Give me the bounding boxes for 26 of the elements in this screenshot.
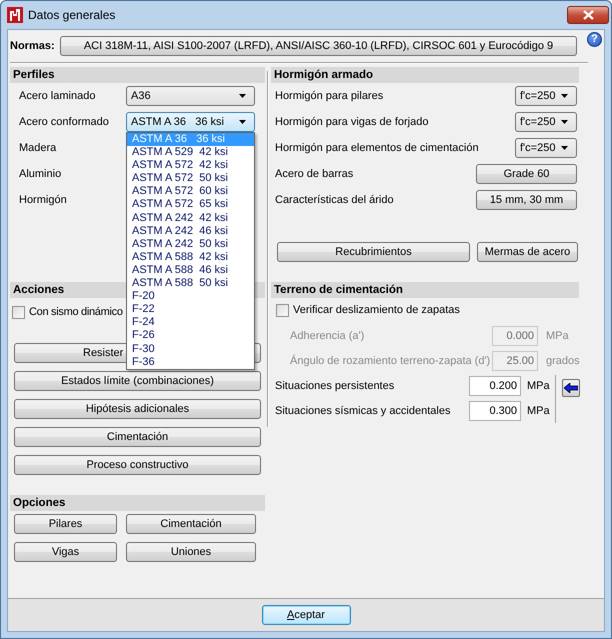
checkbox-label: Con sismo dinámico (29, 306, 123, 318)
field-label: Acero de barras (275, 168, 354, 180)
window-title: Datos generales (28, 8, 116, 22)
section-header: Hormigón armado (271, 67, 579, 83)
field-label: Madera (19, 142, 56, 154)
field-label: Situaciones persistentes (275, 380, 394, 392)
field-label: Acero conformado (19, 116, 109, 128)
section-header: Perfiles (10, 67, 265, 83)
section-header: Terreno de cimentación (271, 282, 579, 298)
unit-label: MPa (526, 380, 551, 392)
normas-label: Normas: (10, 40, 56, 52)
field-label: Aluminio (19, 168, 62, 180)
field-label: Ángulo de rozamiento terreno-zapata (d') (290, 354, 490, 366)
field-label: Hormigón para elementos de cimentación (275, 142, 479, 154)
field-label: Adherencia (a') (290, 330, 364, 342)
field-label: Acero laminado (19, 90, 96, 102)
checkbox-label: Verificar deslizamiento de zapatas (293, 304, 460, 316)
field-label: Características del árido (275, 194, 394, 206)
section-header: Opciones (10, 495, 265, 511)
field-label: Situaciones sísmicas y accidentales (275, 404, 450, 416)
unit-label: MPa (526, 404, 551, 416)
field-label: Hormigón para pilares (275, 90, 384, 102)
field-label: Hormigón (19, 194, 67, 206)
unit-label: MPa (545, 330, 570, 342)
unit-label: grados (545, 354, 580, 366)
field-label: Hormigón para vigas de forjado (275, 116, 428, 128)
